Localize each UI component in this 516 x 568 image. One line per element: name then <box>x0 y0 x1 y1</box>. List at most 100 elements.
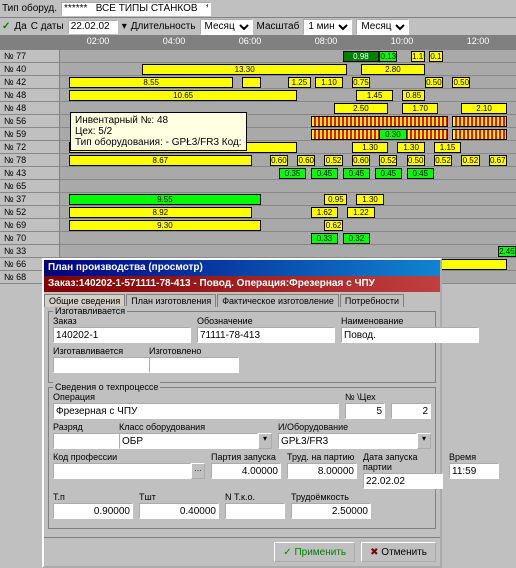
gantt-bar[interactable] <box>242 77 260 88</box>
batch-input[interactable] <box>211 463 281 479</box>
row-track[interactable]: 8.67 0.60 0.60 0.52 0.60 0.52 0.50 0.52 0.52 0.67 <box>60 154 516 166</box>
shop2-input[interactable] <box>391 403 431 419</box>
designation-input[interactable] <box>197 327 335 343</box>
gantt-bar[interactable]: 1.45 <box>356 90 392 101</box>
launch-date-input[interactable] <box>363 473 443 489</box>
gantt-bar[interactable]: 0.45 <box>375 168 402 179</box>
gantt-bar[interactable]: 2.45 <box>498 246 516 257</box>
gantt-bar[interactable]: 0.85 <box>402 90 425 101</box>
date-dropdown-icon[interactable]: ▾ <box>122 21 127 32</box>
gantt-chart[interactable]: № 770.980.131.150.13№ 4013.302.80№ 428.5… <box>0 50 516 284</box>
row-track[interactable]: 9.300.62 <box>60 219 516 231</box>
prof-dropdown-icon[interactable]: … <box>191 463 205 479</box>
gantt-bar[interactable]: 0.62 <box>324 220 342 231</box>
period-select[interactable]: Месяц <box>356 19 409 35</box>
gantt-bar[interactable]: 0.45 <box>343 168 370 179</box>
gantt-bar[interactable]: 0.75 <box>352 77 370 88</box>
row-track[interactable]: 0.980.131.150.13 <box>60 50 516 62</box>
gantt-bar[interactable]: 1.15 <box>411 51 425 62</box>
gantt-bar[interactable]: 0.33 <box>311 233 338 244</box>
labor-batch-input[interactable] <box>287 463 357 479</box>
gantt-row[interactable]: № 65 <box>0 180 516 193</box>
gantt-bar[interactable]: 2.10 <box>461 103 507 114</box>
profession-input[interactable] <box>53 463 191 479</box>
dialog-tab[interactable]: План изготовления <box>126 294 216 307</box>
gantt-bar[interactable]: 1.30 <box>356 194 383 205</box>
tp-input[interactable] <box>53 503 133 519</box>
row-track[interactable]: 13.30 2.80 <box>60 63 516 75</box>
gantt-row[interactable]: № 332.45 <box>0 245 516 258</box>
gantt-bar[interactable]: 8.55 <box>69 77 233 88</box>
operation-input[interactable] <box>53 403 339 419</box>
dialog-tab[interactable]: Фактическое изготовление <box>217 294 339 307</box>
gantt-bar[interactable]: 0.52 <box>379 155 397 166</box>
order-input[interactable] <box>53 327 191 343</box>
gantt-bar[interactable]: 0.45 <box>311 168 338 179</box>
gantt-bar[interactable]: 8.67 <box>69 155 251 166</box>
gantt-row[interactable]: № 4810.651.450.85 <box>0 89 516 102</box>
cancel-button[interactable]: Отменить <box>361 542 436 562</box>
gantt-bar[interactable] <box>452 129 507 140</box>
gantt-bar[interactable]: 0.52 <box>461 155 479 166</box>
gantt-bar[interactable]: 1.30 <box>352 142 388 153</box>
gantt-row[interactable]: № 430.350.450.450.450.45 <box>0 167 516 180</box>
equip-class-input[interactable] <box>119 433 258 449</box>
row-track[interactable]: 8.92 1.62 1.22 <box>60 206 516 218</box>
gantt-bar[interactable]: 0.67 <box>489 155 507 166</box>
gantt-row[interactable]: № 428.551.251.100.750.500.50 <box>0 76 516 89</box>
row-track[interactable]: 8.55 1.25 1.10 0.75 0.50 0.50 <box>60 76 516 88</box>
row-track[interactable]: 9.55 0.95 1.30 <box>60 193 516 205</box>
gantt-bar[interactable]: 2.80 <box>361 64 425 75</box>
gantt-bar[interactable]: 1.25 <box>288 77 311 88</box>
gantt-bar[interactable]: 0.60 <box>270 155 288 166</box>
time-input[interactable] <box>449 463 499 479</box>
gantt-bar[interactable]: 13.30 <box>142 64 347 75</box>
date-from-input[interactable] <box>68 20 118 34</box>
equipment-type-input[interactable] <box>61 2 211 16</box>
gantt-bar[interactable]: 1.10 <box>315 77 342 88</box>
gantt-bar[interactable]: 0.50 <box>407 155 425 166</box>
gantt-bar[interactable]: 0.50 <box>452 77 470 88</box>
gantt-bar[interactable]: 0.60 <box>352 155 370 166</box>
gantt-row[interactable]: № 528.921.621.22 <box>0 206 516 219</box>
gantt-bar[interactable] <box>452 116 507 127</box>
equip-dropdown-icon[interactable]: ▾ <box>417 433 431 449</box>
gantt-bar[interactable]: 1.62 <box>311 207 338 218</box>
row-track[interactable]: 0.35 0.45 0.45 0.45 0.45 <box>60 167 516 179</box>
gantt-bar[interactable]: 0.98 <box>343 51 379 62</box>
shop1-input[interactable] <box>345 403 385 419</box>
gantt-bar[interactable]: 0.50 <box>425 77 443 88</box>
gantt-bar[interactable]: 0.52 <box>324 155 342 166</box>
row-track[interactable]: 2.45 <box>60 245 516 257</box>
apply-icon[interactable]: ✓ <box>2 21 10 32</box>
gantt-bar[interactable]: 8.92 <box>69 207 251 218</box>
gantt-bar[interactable]: 0.35 <box>279 168 306 179</box>
gantt-row[interactable]: № 379.550.951.30 <box>0 193 516 206</box>
ntko-input[interactable] <box>225 503 285 519</box>
gantt-bar[interactable]: 0.60 <box>297 155 315 166</box>
tsh-input[interactable] <box>139 503 219 519</box>
gantt-bar[interactable]: 0.32 <box>343 233 370 244</box>
gantt-row[interactable]: № 770.980.131.150.13 <box>0 50 516 63</box>
gantt-bar[interactable]: 0.52 <box>434 155 452 166</box>
gantt-bar[interactable]: 0.30 <box>379 129 406 140</box>
gantt-bar[interactable]: 1.30 <box>397 142 424 153</box>
gantt-bar[interactable]: 0.13 <box>379 51 397 62</box>
produced-input[interactable] <box>149 357 239 373</box>
gantt-bar[interactable]: 9.55 <box>69 194 261 205</box>
gantt-bar[interactable]: 10.65 <box>69 90 297 101</box>
gantt-row[interactable]: № 788.670.600.600.520.600.520.500.520.52… <box>0 154 516 167</box>
apply-button[interactable]: ✓ Применить <box>274 542 355 562</box>
labor-input[interactable] <box>291 503 371 519</box>
row-track[interactable]: 0.33 0.32 <box>60 232 516 244</box>
gantt-bar[interactable]: 0.95 <box>324 194 347 205</box>
gantt-bar[interactable]: 0.45 <box>407 168 434 179</box>
dialog-tab[interactable]: Потребности <box>340 294 404 307</box>
gantt-bar[interactable]: 2.50 <box>334 103 389 114</box>
scale-select[interactable]: 1 мин <box>303 19 352 35</box>
gantt-bar[interactable]: 1.22 <box>347 207 374 218</box>
row-track[interactable] <box>60 180 516 192</box>
gantt-bar[interactable]: 1.70 <box>402 103 438 114</box>
equipment-input[interactable] <box>278 433 417 449</box>
class-dropdown-icon[interactable]: ▾ <box>258 433 272 449</box>
